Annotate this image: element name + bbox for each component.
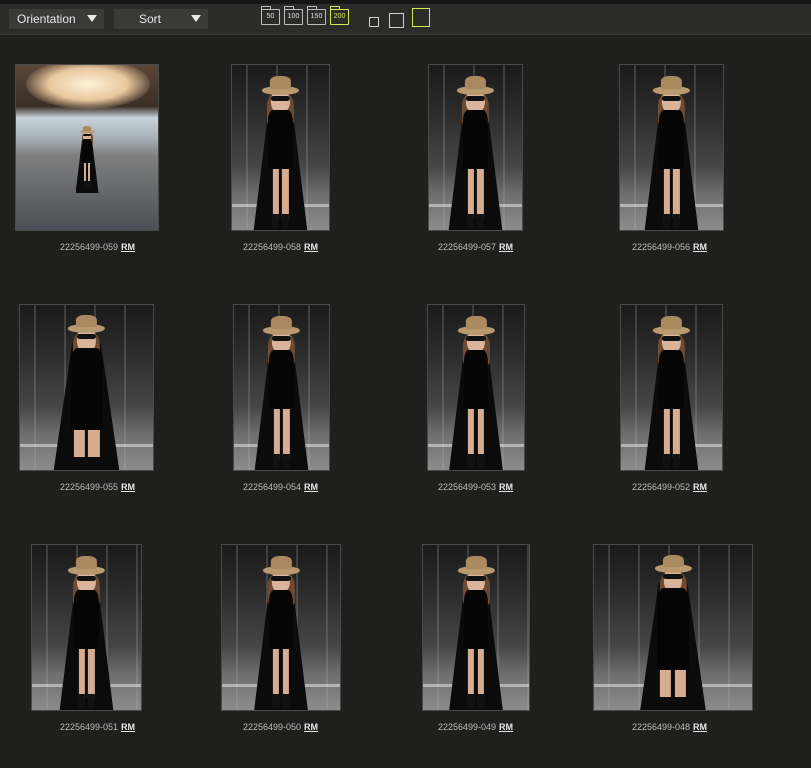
license-link[interactable]: RM <box>304 242 318 252</box>
license-link[interactable]: RM <box>121 242 135 252</box>
photo-id: 22256499-057 <box>437 242 497 252</box>
person-figure <box>244 315 318 470</box>
photo-thumbnail[interactable] <box>221 544 341 711</box>
photo-caption: 22256499-055 RM <box>0 482 195 492</box>
photo-image <box>232 65 329 230</box>
sort-label: Sort <box>139 12 162 26</box>
person-figure <box>634 75 708 230</box>
thumb-size-200-label: 200 <box>333 13 346 20</box>
toolbar: Orientation Sort 50 100 150 200 <box>0 4 811 35</box>
photo-image <box>620 65 723 230</box>
chevron-down-icon <box>191 15 201 22</box>
photo-grid: 22256499-059 RM 22256499-058 RM 22256499-057… <box>0 35 811 768</box>
person-figure <box>439 555 513 710</box>
person-figure <box>439 315 513 470</box>
person-figure <box>49 555 123 710</box>
license-link[interactable]: RM <box>499 722 513 732</box>
orientation-label: Orientation <box>17 12 76 26</box>
person-figure <box>438 75 512 230</box>
license-link[interactable]: RM <box>304 482 318 492</box>
license-link[interactable]: RM <box>121 722 135 732</box>
photo-image <box>16 65 158 230</box>
photo-id: 22256499-052 <box>631 482 691 492</box>
license-link[interactable]: RM <box>693 722 707 732</box>
photo-image <box>222 545 340 710</box>
license-link[interactable]: RM <box>304 722 318 732</box>
photo-caption: 22256499-059 RM <box>0 242 195 252</box>
photo-thumbnail[interactable] <box>19 304 154 471</box>
photo-thumbnail[interactable] <box>231 64 330 231</box>
photo-id: 22256499-050 <box>242 722 302 732</box>
photo-caption: 22256499-048 RM <box>572 722 767 732</box>
thumb-size-100-label: 100 <box>287 13 300 20</box>
photo-caption: 22256499-049 RM <box>378 722 573 732</box>
thumb-size-50-label: 50 <box>266 13 275 20</box>
photo-thumbnail[interactable] <box>619 64 724 231</box>
person-figure <box>244 555 318 710</box>
photo-thumbnail[interactable] <box>593 544 753 711</box>
thumb-size-150-label: 150 <box>310 13 323 20</box>
photo-id: 22256499-053 <box>437 482 497 492</box>
photo-id: 22256499-048 <box>631 722 691 732</box>
license-link[interactable]: RM <box>499 482 513 492</box>
photo-id: 22256499-051 <box>59 722 119 732</box>
photo-caption: 22256499-057 RM <box>378 242 573 252</box>
photo-image <box>20 305 153 470</box>
photo-thumbnail[interactable] <box>427 304 525 471</box>
photo-thumbnail[interactable] <box>422 544 530 711</box>
license-link[interactable]: RM <box>499 242 513 252</box>
person-figure <box>72 125 102 230</box>
photo-image <box>594 545 752 710</box>
photo-image <box>423 545 529 710</box>
photo-thumbnail[interactable] <box>620 304 723 471</box>
photo-image <box>621 305 722 470</box>
large-grid-view-icon[interactable] <box>412 8 430 27</box>
person-figure <box>636 553 710 710</box>
thumb-size-50-button[interactable]: 50 <box>261 6 280 25</box>
photo-caption: 22256499-052 RM <box>572 482 767 492</box>
photo-id: 22256499-058 <box>242 242 302 252</box>
photo-caption: 22256499-051 RM <box>0 722 195 732</box>
thumb-size-200-button[interactable]: 200 <box>330 6 349 25</box>
sort-dropdown[interactable]: Sort <box>114 9 208 29</box>
photo-image <box>234 305 329 470</box>
photo-id: 22256499-056 <box>631 242 691 252</box>
license-link[interactable]: RM <box>693 482 707 492</box>
photo-caption: 22256499-053 RM <box>378 482 573 492</box>
photo-thumbnail[interactable] <box>428 64 523 231</box>
photo-thumbnail[interactable] <box>31 544 142 711</box>
photo-caption: 22256499-050 RM <box>183 722 378 732</box>
small-grid-view-icon[interactable] <box>369 17 379 27</box>
license-link[interactable]: RM <box>693 242 707 252</box>
photo-thumbnail[interactable] <box>15 64 159 231</box>
orientation-dropdown[interactable]: Orientation <box>9 9 104 29</box>
person-figure <box>49 313 123 470</box>
medium-grid-view-icon[interactable] <box>389 13 404 28</box>
ceiling-light <box>26 65 150 109</box>
license-link[interactable]: RM <box>121 482 135 492</box>
photo-image <box>428 305 524 470</box>
photo-caption: 22256499-056 RM <box>572 242 767 252</box>
chevron-down-icon <box>87 15 97 22</box>
person-figure <box>634 315 708 470</box>
photo-caption: 22256499-058 RM <box>183 242 378 252</box>
photo-thumbnail[interactable] <box>233 304 330 471</box>
person-figure <box>243 75 317 230</box>
photo-image <box>429 65 522 230</box>
photo-id: 22256499-049 <box>437 722 497 732</box>
photo-id: 22256499-055 <box>59 482 119 492</box>
photo-image <box>32 545 141 710</box>
thumb-size-150-button[interactable]: 150 <box>307 6 326 25</box>
photo-id: 22256499-059 <box>59 242 119 252</box>
photo-id: 22256499-054 <box>242 482 302 492</box>
photo-caption: 22256499-054 RM <box>183 482 378 492</box>
thumb-size-100-button[interactable]: 100 <box>284 6 303 25</box>
